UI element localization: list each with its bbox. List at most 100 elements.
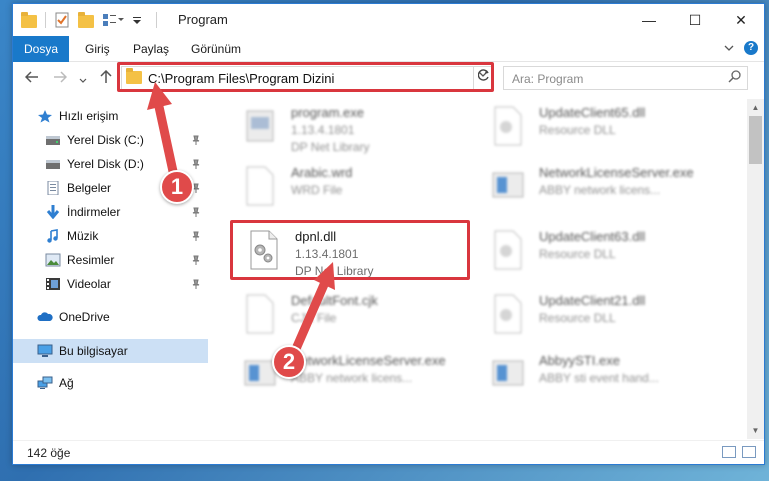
sidebar-item-label: Bu bilgisayar (59, 344, 128, 358)
sidebar-item-label: Ağ (59, 376, 74, 390)
up-arrow-icon[interactable] (99, 69, 113, 88)
file-description: ABBY sti event hand... (539, 371, 659, 385)
divider (156, 12, 157, 28)
tab-file[interactable]: Dosya (13, 36, 69, 62)
sidebar-item-music[interactable]: Müzik (13, 224, 208, 248)
sidebar-item-videos[interactable]: Videolar (13, 272, 208, 296)
exe-file-icon (491, 353, 525, 395)
pin-icon (192, 158, 200, 169)
file-type: Resource DLL (539, 311, 616, 325)
drive-icon (45, 157, 61, 171)
sidebar-item-label: Yerel Disk (D:) (67, 157, 144, 171)
step-2-badge: 2 (272, 345, 306, 379)
sidebar-item-onedrive[interactable]: OneDrive (13, 305, 208, 329)
file-type: CJK File (291, 311, 337, 325)
pin-icon (192, 206, 200, 217)
sidebar-item-label: Hızlı erişim (59, 109, 119, 123)
sidebar-item-local-disk-c[interactable]: Yerel Disk (C:) (13, 128, 208, 152)
customize-toolbar-icon[interactable] (132, 12, 148, 28)
large-icons-view-icon[interactable] (742, 446, 756, 458)
sidebar-item-network[interactable]: Ağ (13, 371, 208, 395)
documents-icon (45, 180, 61, 196)
sidebar-item-label: OneDrive (59, 310, 110, 324)
file-name: NetworkLicenseServer.exe (539, 165, 694, 180)
folder-icon (21, 11, 37, 28)
file-name: Arabic.wrd (291, 165, 353, 180)
videos-icon (45, 277, 61, 291)
file-name: DefaultFont.cjk (291, 293, 378, 308)
back-arrow-icon[interactable] (24, 70, 39, 88)
file-icon (243, 293, 277, 335)
sidebar-item-label: Resimler (67, 253, 115, 267)
file-description: ABBY network licens... (539, 183, 661, 197)
window-controls: — ☐ ✕ (626, 4, 764, 36)
file-name: program.exe (291, 105, 364, 120)
sidebar-item-label: Müzik (67, 229, 99, 243)
drive-icon (45, 133, 61, 147)
view-options-icon[interactable] (102, 12, 124, 28)
minimize-button[interactable]: — (626, 4, 672, 36)
tab-share[interactable]: Paylaş (123, 36, 179, 62)
window-title: Program (178, 12, 228, 27)
new-folder-icon[interactable] (78, 11, 94, 28)
scrollbar-thumb[interactable] (749, 116, 762, 164)
maximize-button[interactable]: ☐ (672, 4, 718, 36)
pin-icon (192, 134, 200, 145)
file-type: WRD File (291, 183, 343, 197)
file-tile[interactable]: UpdateClient65.dll Resource DLL (491, 103, 731, 159)
file-name: UpdateClient21.dll (539, 293, 646, 308)
pictures-icon (45, 253, 61, 267)
search-icon[interactable] (728, 70, 741, 86)
file-name: UpdateClient63.dll (539, 229, 646, 244)
sidebar-item-this-pc[interactable]: Bu bilgisayar (13, 339, 208, 363)
item-count: 142 öğe (27, 446, 71, 460)
details-view-icon[interactable] (722, 446, 736, 458)
file-tile[interactable]: UpdateClient21.dll Resource DLL (491, 291, 731, 347)
file-tile[interactable]: NetworkLicenseServer.exe ABBY network li… (491, 163, 731, 219)
help-button[interactable]: ? (744, 41, 758, 55)
file-tile[interactable]: AbbyySTI.exe ABBY sti event hand... (491, 351, 731, 407)
sidebar-item-label: Yerel Disk (C:) (67, 133, 144, 147)
exe-file-icon (491, 165, 525, 207)
sidebar-item-pictures[interactable]: Resimler (13, 248, 208, 272)
dll-file-icon (491, 293, 525, 335)
sidebar-item-label: İndirmeler (67, 205, 121, 219)
file-type: Resource DLL (539, 247, 616, 261)
pin-icon (192, 254, 200, 265)
file-tile[interactable]: Arabic.wrd WRD File (243, 163, 483, 219)
vertical-scrollbar[interactable]: ▲ ▼ (747, 99, 764, 439)
file-version: 1.13.4.1801 (291, 123, 355, 137)
dll-file-icon (491, 105, 525, 147)
recent-locations-icon[interactable] (79, 72, 87, 89)
address-highlight-box (117, 62, 494, 92)
divider (45, 12, 46, 28)
search-input[interactable]: Ara: Program (503, 66, 748, 90)
pin-icon (192, 230, 200, 241)
navigation-pane: Hızlı erişim Yerel Disk (C:) Yerel Disk … (13, 99, 208, 434)
file-tile[interactable]: DefaultFont.cjk CJK File (243, 291, 483, 347)
properties-icon[interactable] (54, 12, 70, 28)
scroll-up-icon[interactable]: ▲ (747, 99, 764, 116)
ribbon-tabs: Dosya Giriş Paylaş Görünüm ? (13, 36, 764, 62)
network-icon (37, 376, 53, 390)
scroll-down-icon[interactable]: ▼ (747, 422, 764, 439)
music-icon (45, 229, 61, 243)
sidebar-item-label: Belgeler (67, 181, 112, 195)
close-button[interactable]: ✕ (718, 4, 764, 36)
file-type: Resource DLL (539, 123, 616, 137)
file-name: NetworkLicenseServer.exe (291, 353, 446, 368)
tab-view[interactable]: Görünüm (181, 36, 251, 62)
file-description: ABBY network licens... (291, 371, 413, 385)
chevron-down-icon[interactable] (724, 41, 734, 55)
sidebar-item-quick-access[interactable]: Hızlı erişim (13, 104, 208, 128)
file-icon (243, 165, 277, 207)
file-tile[interactable]: program.exe 1.13.4.1801 DP Net Library (243, 103, 483, 159)
computer-icon (37, 344, 53, 358)
forward-arrow-icon[interactable] (53, 70, 68, 88)
file-tile[interactable]: UpdateClient63.dll Resource DLL (491, 227, 731, 283)
tab-home[interactable]: Giriş (75, 36, 120, 62)
download-icon (45, 205, 61, 220)
view-switcher (722, 446, 756, 458)
star-icon (37, 109, 53, 123)
pin-icon (192, 278, 200, 289)
